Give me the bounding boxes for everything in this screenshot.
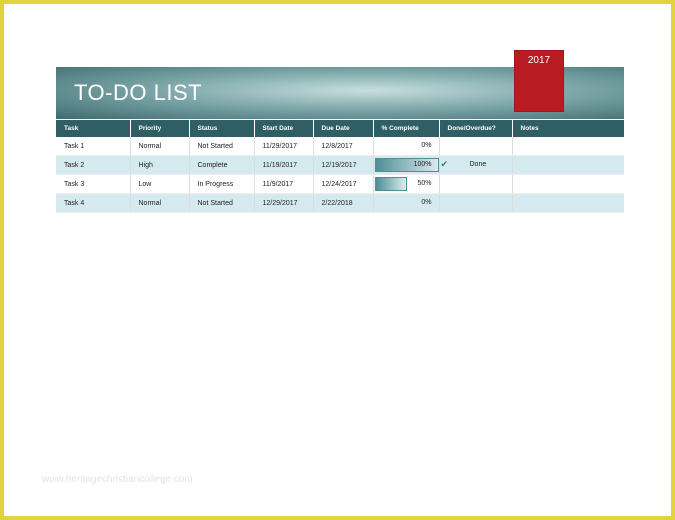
table-row[interactable]: Task 4 Normal Not Started 12/29/2017 2/22/20…	[56, 193, 624, 213]
cell-priority[interactable]: Normal	[130, 137, 190, 156]
cell-start-date[interactable]: 11/9/2017	[254, 174, 314, 194]
cell-start-date[interactable]: 11/29/2017	[254, 137, 314, 156]
cell-status[interactable]: Not Started	[189, 193, 255, 213]
cell-due-date[interactable]: 2/22/2018	[313, 193, 374, 213]
cell-task[interactable]: Task 4	[56, 193, 131, 213]
cell-percent-complete[interactable]: 100%	[373, 155, 440, 175]
year-label: 2017	[527, 55, 551, 66]
cell-due-date[interactable]: 12/8/2017	[313, 137, 374, 156]
done-label: Done	[469, 161, 487, 168]
cell-notes[interactable]	[512, 174, 624, 194]
cell-done-overdue[interactable]: ✔ Done	[439, 155, 513, 175]
cell-percent-complete[interactable]: 0%	[373, 193, 440, 213]
cell-status[interactable]: Not Started	[189, 137, 255, 156]
cell-due-date[interactable]: 12/24/2017	[313, 174, 374, 194]
header-priority[interactable]: Priority	[130, 120, 190, 137]
cell-start-date[interactable]: 11/19/2017	[254, 155, 314, 175]
header-start-date[interactable]: Start Date	[254, 120, 314, 137]
cell-task[interactable]: Task 1	[56, 137, 131, 156]
cell-task[interactable]: Task 2	[56, 155, 131, 175]
cell-percent-complete[interactable]: 50%	[373, 174, 440, 194]
progress-bar	[374, 177, 407, 191]
table-row[interactable]: Task 3 Low In Progress 11/9/2017 12/24/2017 5…	[56, 174, 624, 194]
cell-priority[interactable]: High	[130, 155, 190, 175]
cell-priority[interactable]: Normal	[130, 193, 190, 213]
header-task[interactable]: Task	[56, 120, 131, 137]
cell-notes[interactable]	[512, 193, 624, 213]
page-frame: TO-DO LIST 2017 Task Priority Status Sta…	[0, 0, 675, 520]
cell-notes[interactable]	[512, 137, 624, 156]
header-notes[interactable]: Notes	[512, 120, 624, 137]
percent-label: 100%	[413, 161, 432, 168]
cell-done-overdue[interactable]	[439, 137, 513, 156]
table-row[interactable]: Task 2 High Complete 11/19/2017 12/19/2017 10…	[56, 155, 624, 175]
todo-table: Task Priority Status Start Date Due Date…	[56, 120, 624, 213]
table-row[interactable]: Task 1 Normal Not Started 11/29/2017 12/8/20…	[56, 137, 624, 156]
percent-label: 0%	[421, 199, 432, 206]
header-percent-complete[interactable]: % Complete	[373, 120, 440, 137]
year-badge: 2017	[514, 50, 564, 112]
cell-start-date[interactable]: 12/29/2017	[254, 193, 314, 213]
cell-status[interactable]: In Progress	[189, 174, 255, 194]
cell-done-overdue[interactable]	[439, 193, 513, 213]
page-title: TO-DO LIST	[74, 80, 203, 105]
cell-task[interactable]: Task 3	[56, 174, 131, 194]
check-icon: ✔	[440, 159, 449, 169]
header-done-overdue[interactable]: Done/Overdue?	[439, 120, 513, 137]
header-status[interactable]: Status	[189, 120, 255, 137]
cell-due-date[interactable]: 12/19/2017	[313, 155, 374, 175]
percent-label: 50%	[417, 180, 432, 187]
cell-notes[interactable]	[512, 155, 624, 175]
cell-status[interactable]: Complete	[189, 155, 255, 175]
watermark: www.heritagechristiancollege.com	[42, 474, 193, 485]
cell-done-overdue[interactable]	[439, 174, 513, 194]
header-due-date[interactable]: Due Date	[313, 120, 374, 137]
percent-label: 0%	[421, 142, 432, 149]
cell-percent-complete[interactable]: 0%	[373, 137, 440, 156]
table-header-row: Task Priority Status Start Date Due Date…	[56, 120, 624, 137]
cell-priority[interactable]: Low	[130, 174, 190, 194]
